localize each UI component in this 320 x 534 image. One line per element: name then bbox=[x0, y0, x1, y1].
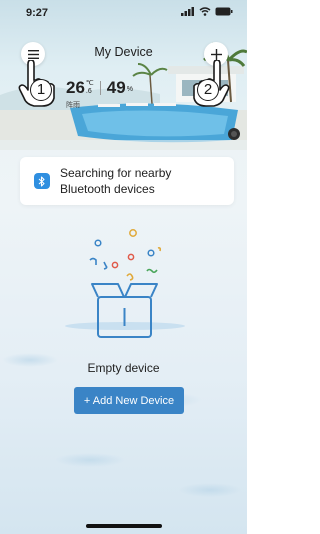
empty-device-label: Empty device bbox=[87, 361, 160, 375]
home-indicator[interactable] bbox=[86, 524, 162, 528]
bluetooth-badge bbox=[34, 173, 50, 189]
status-icons bbox=[181, 7, 233, 16]
weather-divider bbox=[99, 81, 101, 95]
status-time: 9:27 bbox=[26, 7, 49, 19]
annotation-badge-2: 2 bbox=[197, 79, 219, 101]
empty-box-illustration bbox=[65, 229, 185, 338]
wifi-icon bbox=[199, 7, 211, 16]
bluetooth-icon bbox=[38, 175, 45, 187]
temperature-value: 26 bbox=[66, 78, 85, 97]
app-screen: 9:27 My Device 26 ℃ .6 49 % 阵雨 1 2 Searc… bbox=[0, 0, 247, 534]
weather-readout: 26 ℃ .6 49 % bbox=[66, 78, 133, 98]
humidity-value: 49 bbox=[106, 78, 126, 97]
annotation-badge-1: 1 bbox=[30, 79, 52, 101]
add-new-device-button[interactable]: + Add New Device bbox=[74, 387, 184, 414]
humidity-unit: % bbox=[126, 86, 133, 93]
cellular-signal-icon bbox=[181, 7, 194, 16]
temperature-unit: ℃ .6 bbox=[85, 80, 94, 95]
bluetooth-search-notice: Searching for nearby Bluetooth devices bbox=[20, 157, 234, 205]
status-bar: 9:27 bbox=[0, 0, 247, 24]
bluetooth-search-text: Searching for nearby Bluetooth devices bbox=[60, 166, 172, 196]
plus-icon bbox=[210, 48, 222, 60]
battery-icon bbox=[215, 7, 233, 16]
weather-condition: 阵雨 bbox=[66, 102, 80, 109]
